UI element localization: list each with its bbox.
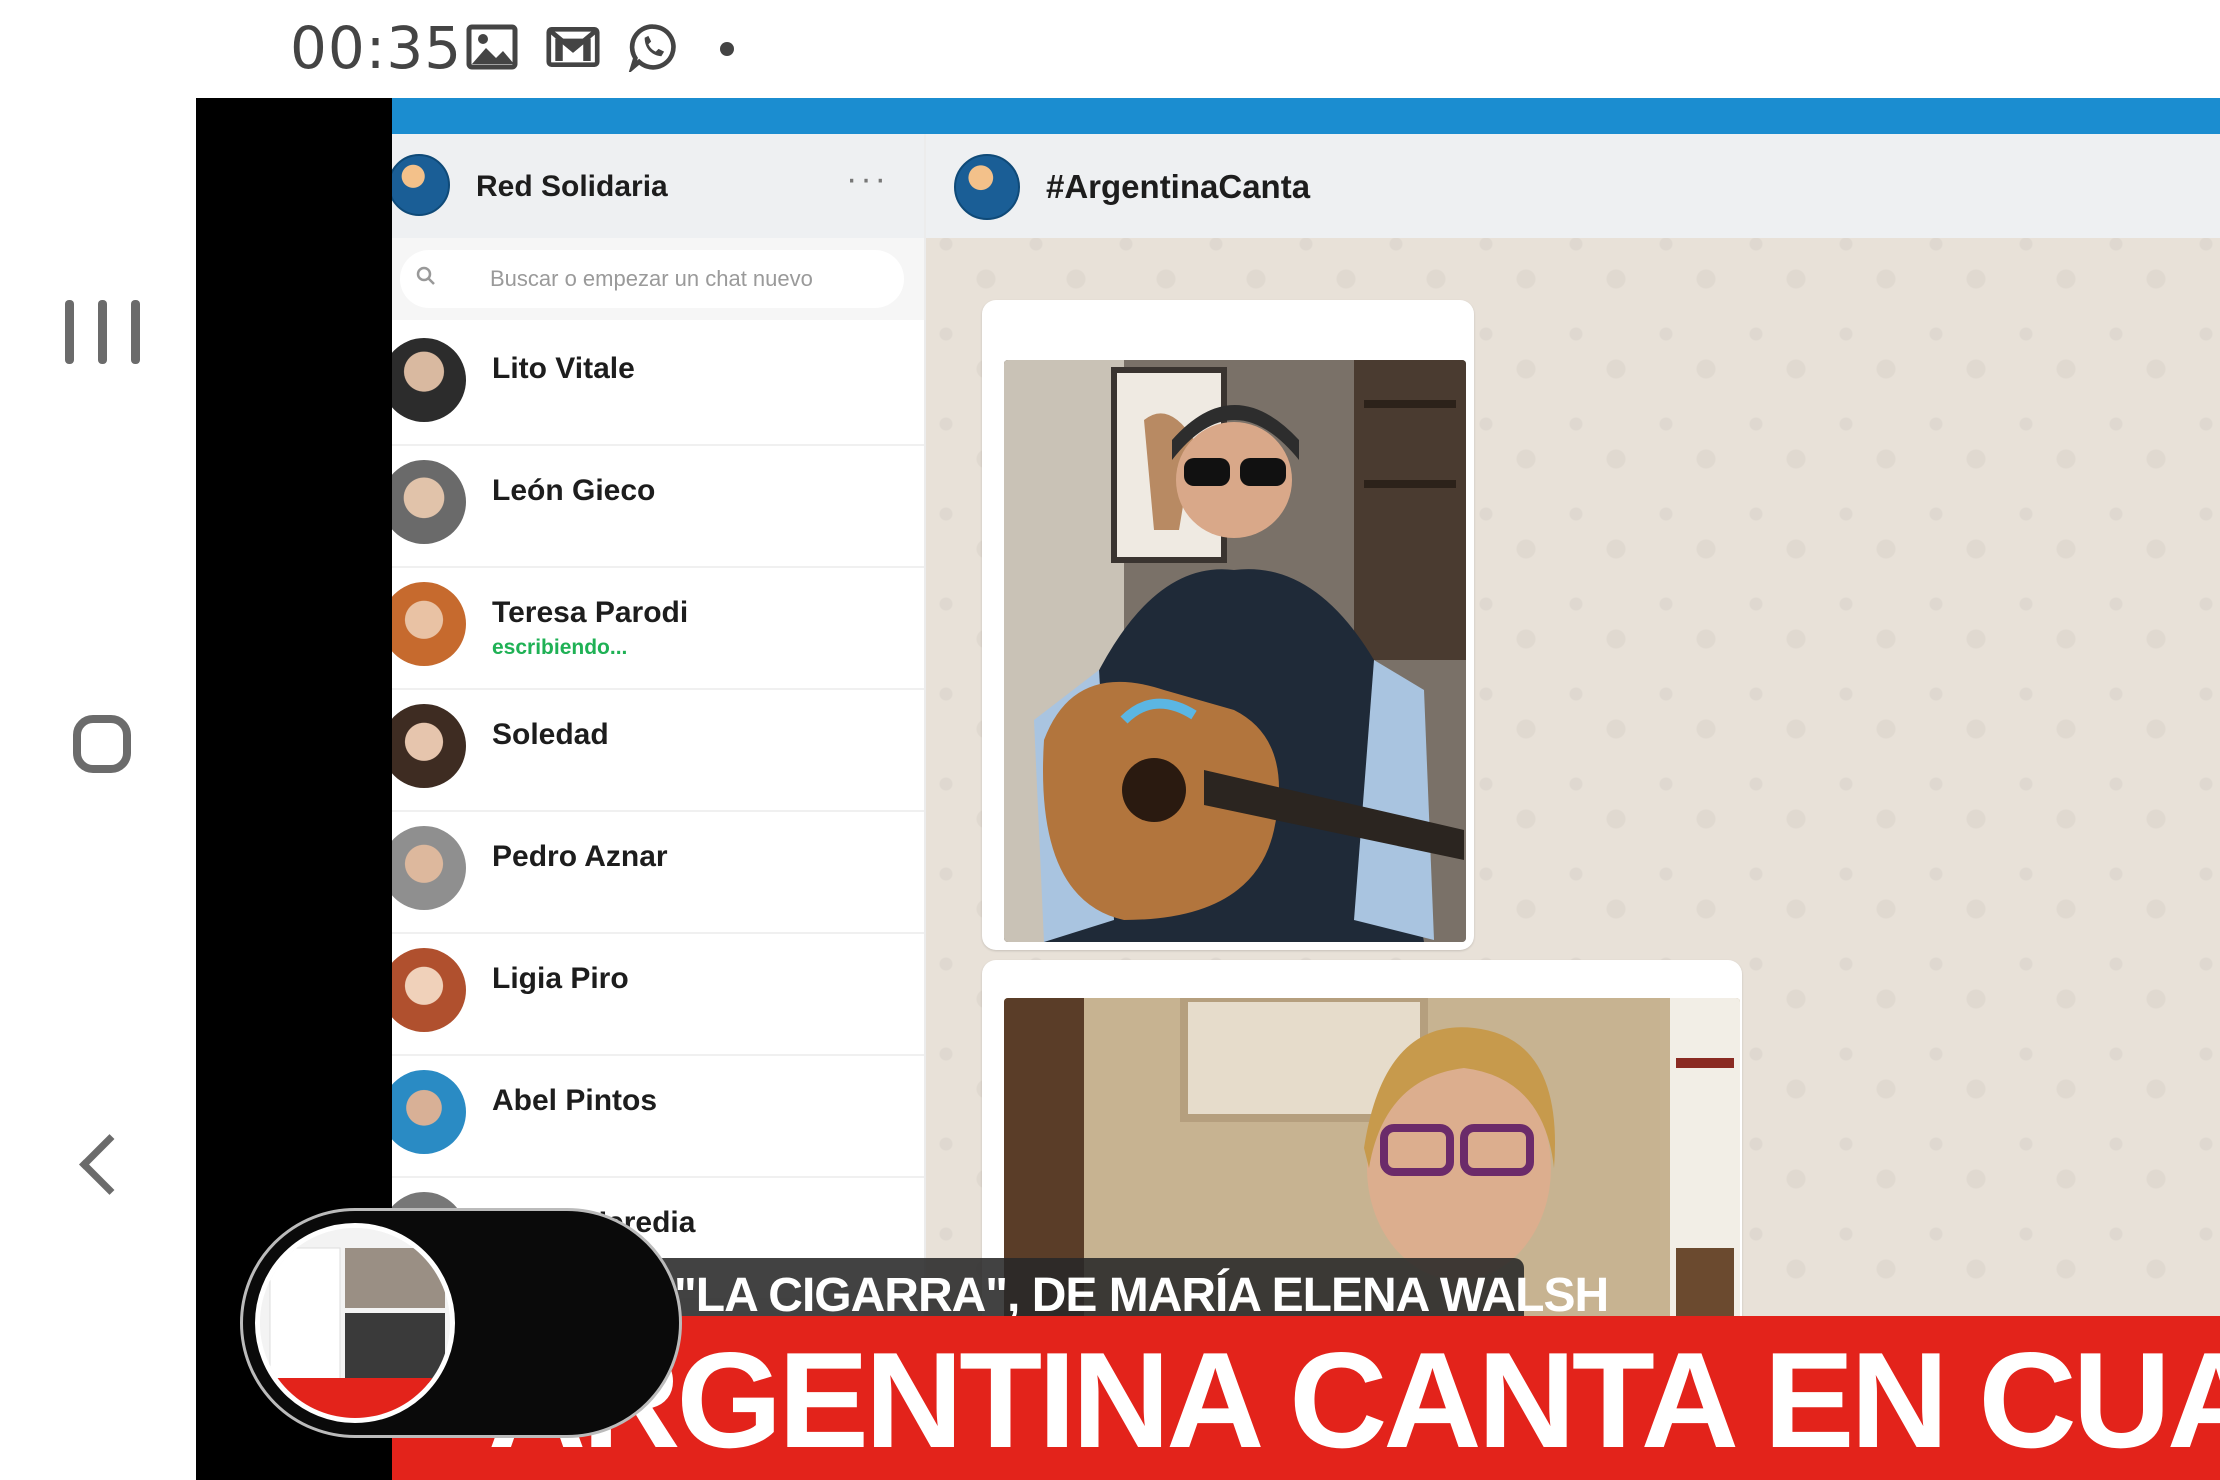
home-button[interactable] [50,692,154,796]
video-thumbnail-guitarist [1004,360,1466,942]
chat-list-item: Ligia Piro [392,934,924,1056]
chat-list-item: Lito Vitale [392,324,924,446]
chat-list-item: Teresa Parodi escribiendo... [392,568,924,690]
status-bar: 00:35 [196,0,2220,98]
search-placeholder: Buscar o empezar un chat nuevo [490,266,813,291]
conversation-header: #ArgentinaCanta [926,134,2220,238]
chat-title: #ArgentinaCanta [1046,168,1311,205]
contact-avatar [392,338,466,422]
status-clock: 00:35 [290,14,463,82]
recents-icon-bar [97,300,107,364]
notification-dot [720,42,734,56]
top-stripe [392,98,2220,134]
contact-name: Soledad [492,718,609,751]
home-icon [73,715,131,773]
navigation-bar [0,0,198,1480]
pip-thumbnail[interactable] [255,1223,455,1423]
contact-name: Teresa Parodi [492,596,689,629]
chat-list-item: Soledad [392,690,924,812]
chat-list-item: Pedro Aznar [392,812,924,934]
chat-list-item: Abel Pintos [392,1056,924,1178]
video-message [982,300,1474,950]
contact-avatar [392,1070,466,1154]
menu-dots-icon: ··· [846,160,889,198]
chat-list-header: Red Solidaria ··· [392,134,924,238]
contact-name: Pedro Aznar [492,840,668,873]
contact-avatar [392,460,466,544]
recents-icon-bar [130,300,140,364]
gallery-icon [466,24,518,70]
contact-avatar [392,704,466,788]
recents-button[interactable] [50,280,154,384]
pip-bubble[interactable] [240,1208,682,1438]
chat-list-item: León Gieco [392,446,924,568]
contact-avatar [392,826,466,910]
back-button[interactable] [50,1112,154,1216]
guitarist-image [1004,360,1466,942]
gmail-icon [546,26,600,68]
headline-text: ARGENTINA CANTA EN CUARENT [488,1324,2220,1476]
pip-preview-image [260,1228,450,1418]
whatsapp-icon [628,24,676,72]
contact-name: León Gieco [492,474,656,507]
contact-name: Ligia Piro [492,962,629,995]
back-icon [78,1133,140,1195]
search-icon [416,266,435,285]
contact-name: Abel Pintos [492,1084,658,1117]
contact-name: Lito Vitale [492,352,635,385]
group-name: Red Solidaria [476,170,668,203]
search-input: Buscar o empezar un chat nuevo [400,250,904,308]
contact-avatar [392,582,466,666]
recents-icon-bar [64,300,74,364]
search-bar: Buscar o empezar un chat nuevo [392,238,924,320]
group-avatar [392,154,450,216]
chat-avatar [954,154,1020,220]
typing-status: escribiendo... [492,636,628,659]
contact-avatar [392,948,466,1032]
subtitle-text: "LA CIGARRA", DE MARÍA ELENA WALSH [674,1269,1609,1322]
